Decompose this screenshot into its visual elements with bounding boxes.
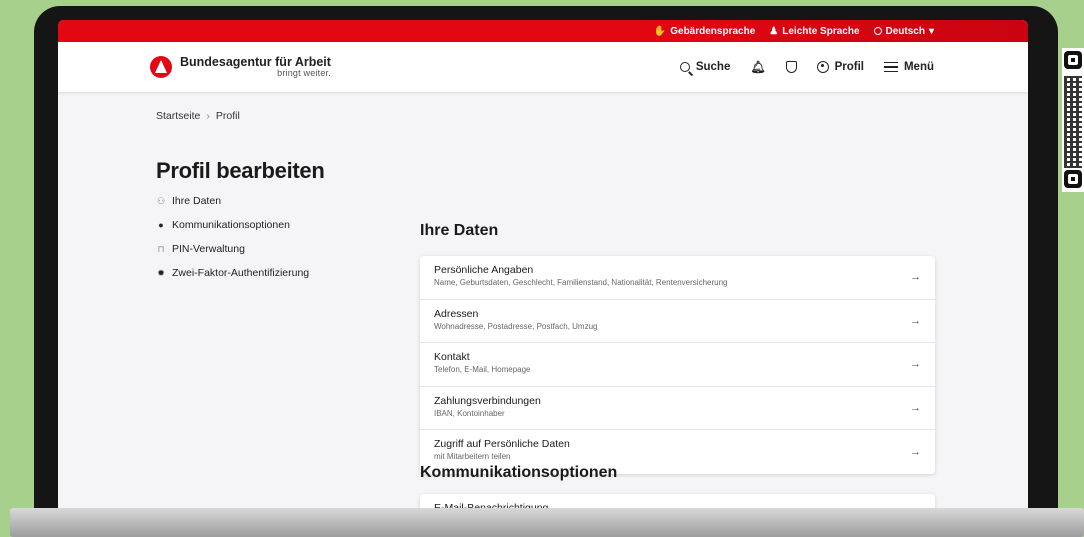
globe-icon <box>873 27 882 35</box>
arrow-right-icon: → <box>910 358 921 371</box>
sidenav-label: Kommunikationsoptionen <box>172 219 290 231</box>
site-header: Bundesagentur für Arbeit bringt weiter. … <box>58 42 1028 92</box>
bell-icon: ● <box>158 220 164 230</box>
section-title-ihre-daten: Ihre Daten <box>420 222 499 239</box>
menu-label: Menü <box>903 61 934 73</box>
arrow-right-icon: → <box>910 314 921 327</box>
arrow-right-icon: → <box>910 401 921 414</box>
profile-button[interactable]: Profil <box>816 61 864 73</box>
profile-sidenav: ⚇ Ihre Daten ● Kommunikationsoptionen ⊓ … <box>156 195 309 279</box>
row-title: Adressen <box>434 307 479 320</box>
logo-link[interactable]: Bundesagentur für Arbeit bringt weiter. <box>150 54 331 79</box>
row-title: Zugriff auf Persönliche Daten <box>434 438 570 450</box>
menu-button[interactable]: Menü <box>883 61 934 73</box>
bell-icon: 🔔︎ <box>750 60 766 74</box>
qr-finder <box>1064 51 1082 69</box>
hand-icon: ✋ <box>653 25 667 37</box>
hamburger-icon <box>883 62 898 72</box>
privacy-button[interactable] <box>785 61 797 73</box>
notifications-button[interactable]: 🔔︎ <box>750 60 765 74</box>
logo-tagline: bringt weiter. <box>277 67 331 78</box>
caret-down-icon: ▾ <box>928 25 934 37</box>
sign-language-label: Gebärdensprache <box>670 25 756 37</box>
easy-language-link[interactable]: ♟ Leichte Sprache <box>769 26 859 37</box>
language-select[interactable]: Deutsch ▾ <box>873 25 934 37</box>
list-item-zahlungsverbindungen[interactable]: Zahlungsverbindungen IBAN, Kontoinhaber … <box>420 387 935 430</box>
sidenav-item-ihre-daten[interactable]: ⚇ Ihre Daten <box>156 195 309 207</box>
language-label: Deutsch <box>885 25 925 37</box>
easy-language-label: Leichte Sprache <box>782 25 860 37</box>
row-title: Kontakt <box>434 351 470 363</box>
person-icon: ⚇ <box>156 195 166 206</box>
easy-language-icon: ♟ <box>769 25 779 37</box>
breadcrumb-home[interactable]: Startseite <box>156 110 200 122</box>
sign-language-link[interactable]: ✋ Gebärdensprache <box>654 26 756 37</box>
breadcrumb: Startseite › Profil <box>156 110 240 122</box>
chevron-right-icon: › <box>206 110 210 122</box>
row-subtitle: Name, Geburtsdaten, Geschlecht, Familien… <box>434 278 728 287</box>
qr-code <box>1062 48 1084 192</box>
list-item-adressen[interactable]: Adressen Wohnadresse, Postadresse, Postf… <box>420 300 935 343</box>
row-title: Persönliche Angaben <box>434 264 534 276</box>
arrow-right-icon: → <box>910 445 921 458</box>
search-button[interactable]: Suche <box>679 61 731 73</box>
search-icon <box>679 62 690 72</box>
logo-name: Bundesagentur für Arbeit <box>180 54 331 69</box>
qr-modules <box>1064 76 1082 168</box>
sidenav-label: Zwei-Faktor-Authentifizierung <box>172 267 310 279</box>
row-subtitle: IBAN, Kontoinhaber <box>434 408 505 418</box>
sidenav-item-kommunikation[interactable]: ● Kommunikationsoptionen <box>156 219 309 231</box>
section-title-kommunikation: Kommunikationsoptionen <box>420 464 618 481</box>
row-subtitle: Telefon, E-Mail, Homepage <box>434 365 531 374</box>
sidenav-label: PIN-Verwaltung <box>172 243 245 255</box>
main-nav: Suche 🔔︎ Profil Menü <box>679 60 934 74</box>
shield-icon <box>785 61 797 73</box>
laptop-base <box>10 508 1084 537</box>
browser-screen: ✋ Gebärdensprache ♟ Leichte Sprache Deutsc… <box>58 20 1028 516</box>
profile-icon <box>816 61 829 73</box>
list-item-persoenliche-angaben[interactable]: Persönliche Angaben Name, Geburtsdaten, … <box>420 256 935 300</box>
qr-finder <box>1064 170 1082 188</box>
search-label: Suche <box>695 61 731 73</box>
breadcrumb-current: Profil <box>215 110 240 122</box>
arrow-right-icon: → <box>910 271 921 284</box>
accessibility-bar: ✋ Gebärdensprache ♟ Leichte Sprache Deutsc… <box>58 20 1028 42</box>
ihre-daten-card: Persönliche Angaben Name, Geburtsdaten, … <box>420 256 935 474</box>
list-item-kontakt[interactable]: Kontakt Telefon, E-Mail, Homepage → <box>420 343 935 387</box>
lock-icon: ⊓ <box>157 243 165 254</box>
row-subtitle: Wohnadresse, Postadresse, Postfach, Umzu… <box>434 321 598 331</box>
row-subtitle: mit Mitarbeitern teilen <box>434 452 511 461</box>
logo-icon <box>150 56 172 78</box>
row-title: Zahlungsverbindungen <box>434 394 541 407</box>
sidenav-item-2fa[interactable]: ✹ Zwei-Faktor-Authentifizierung <box>156 267 309 279</box>
profile-label: Profil <box>834 61 864 73</box>
sidenav-item-pin[interactable]: ⊓ PIN-Verwaltung <box>156 243 309 255</box>
gear-icon: ✹ <box>157 267 165 278</box>
page-title: Profil bearbeiten <box>156 158 325 183</box>
sidenav-label: Ihre Daten <box>172 195 222 207</box>
